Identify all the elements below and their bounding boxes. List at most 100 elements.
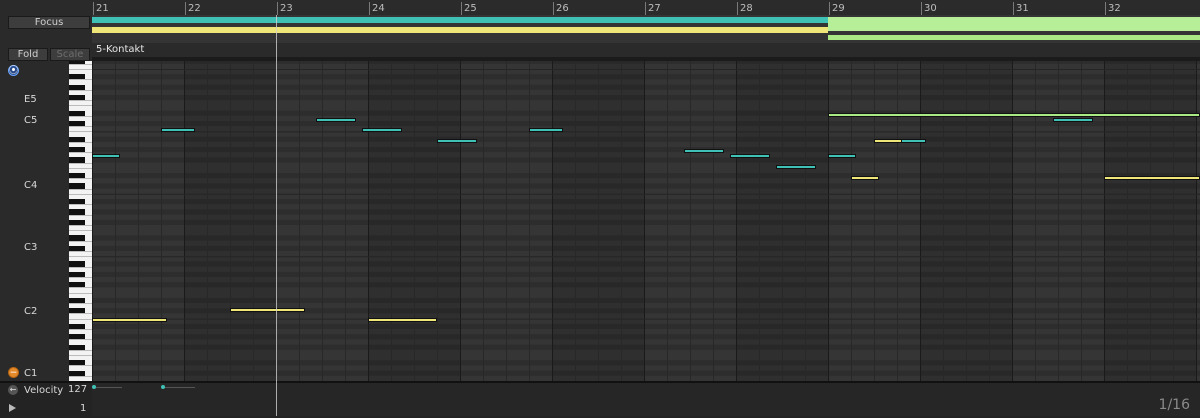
piano-white-key[interactable]	[69, 79, 92, 84]
midi-note[interactable]	[874, 139, 902, 143]
piano-white-key[interactable]	[69, 349, 92, 355]
piano-white-key[interactable]	[69, 266, 92, 272]
piano-white-key[interactable]	[69, 152, 92, 157]
midi-note[interactable]	[437, 139, 477, 143]
clip-region-yellow[interactable]	[92, 27, 828, 33]
midi-note[interactable]	[92, 154, 120, 158]
midi-note[interactable]	[1053, 118, 1093, 122]
piano-black-key[interactable]	[69, 271, 85, 277]
piano-white-key[interactable]	[69, 339, 92, 344]
midi-note[interactable]	[828, 154, 856, 158]
piano-black-key[interactable]	[69, 183, 85, 189]
midi-note[interactable]	[230, 308, 305, 312]
midi-note[interactable]	[851, 176, 879, 180]
piano-white-key[interactable]	[69, 178, 92, 183]
piano-white-key[interactable]	[69, 251, 92, 256]
piano-white-key[interactable]	[69, 63, 92, 69]
piano-white-key[interactable]	[69, 100, 92, 105]
piano-white-key[interactable]	[69, 329, 92, 334]
piano-white-key[interactable]	[69, 193, 92, 199]
piano-white-key[interactable]	[69, 230, 92, 235]
piano-black-key[interactable]	[69, 334, 85, 340]
piano-black-key[interactable]	[69, 261, 85, 267]
piano-black-key[interactable]	[69, 219, 85, 225]
velocity-area[interactable]	[92, 383, 1200, 416]
piano-white-key[interactable]	[69, 115, 92, 121]
piano-white-key[interactable]	[69, 240, 92, 246]
octave-label-c4: C4	[24, 180, 38, 191]
scale-button[interactable]: Scale	[50, 48, 90, 61]
piano-black-key[interactable]	[69, 308, 85, 314]
piano-black-key[interactable]	[69, 74, 85, 80]
piano-white-key[interactable]	[69, 89, 92, 95]
piano-white-key[interactable]	[69, 303, 92, 308]
midi-note[interactable]	[362, 128, 402, 132]
midi-note[interactable]	[1104, 176, 1200, 180]
fold-octave-icon[interactable]: −	[8, 367, 19, 378]
clip-loop-area[interactable]	[92, 15, 1200, 43]
piano-white-key[interactable]	[69, 162, 92, 168]
octave-label-c3: C3	[24, 242, 38, 253]
piano-black-key[interactable]	[69, 110, 85, 116]
bar-ruler[interactable]: 21 22 23 24 25 26 27 28 29 30 31 32	[92, 0, 1200, 16]
piano-black-key[interactable]	[69, 157, 85, 163]
piano-white-key[interactable]	[69, 318, 92, 324]
note-grid[interactable]	[92, 61, 1200, 381]
piano-black-key[interactable]	[69, 61, 85, 64]
piano-black-key[interactable]	[69, 297, 85, 303]
midi-note[interactable]	[529, 128, 563, 132]
piano-black-key[interactable]	[69, 235, 85, 241]
velocity-lane[interactable]: ← Velocity 127 1 1/16	[0, 381, 1200, 418]
clip-region-teal[interactable]	[92, 17, 828, 23]
piano-white-key[interactable]	[69, 277, 92, 282]
midi-note[interactable]	[368, 318, 437, 322]
piano-white-key[interactable]	[69, 126, 92, 131]
piano-white-key[interactable]	[69, 287, 92, 292]
midi-note[interactable]	[684, 149, 724, 153]
target-icon[interactable]: ⦿	[8, 65, 19, 76]
piano-keyboard[interactable]	[69, 61, 92, 381]
midi-note[interactable]	[316, 118, 356, 122]
piano-black-key[interactable]	[69, 323, 85, 329]
piano-white-key[interactable]	[69, 188, 92, 194]
piano-white-key[interactable]	[69, 313, 92, 318]
piano-black-key[interactable]	[69, 199, 85, 205]
piano-white-key[interactable]	[69, 225, 92, 230]
piano-black-key[interactable]	[69, 370, 85, 376]
piano-black-key[interactable]	[69, 360, 85, 366]
midi-note[interactable]	[161, 128, 195, 132]
clip-region-green-loop[interactable]	[828, 17, 1200, 31]
piano-black-key[interactable]	[69, 147, 85, 153]
piano-white-key[interactable]	[69, 105, 92, 110]
piano-white-key[interactable]	[69, 256, 92, 261]
piano-white-key[interactable]	[69, 141, 92, 147]
expand-velocity-icon[interactable]: ←	[8, 385, 18, 395]
piano-white-key[interactable]	[69, 204, 92, 209]
play-icon[interactable]	[9, 404, 16, 412]
fold-button[interactable]: Fold	[8, 48, 48, 61]
velocity-stem	[96, 387, 122, 388]
clip-region-green-lower[interactable]	[828, 35, 1200, 40]
piano-black-key[interactable]	[69, 121, 85, 127]
midi-note[interactable]	[730, 154, 770, 158]
piano-black-key[interactable]	[69, 173, 85, 179]
midi-note[interactable]	[776, 165, 816, 169]
midi-note[interactable]	[900, 139, 926, 143]
piano-white-key[interactable]	[69, 214, 92, 220]
piano-black-key[interactable]	[69, 84, 85, 90]
piano-white-key[interactable]	[69, 69, 92, 74]
piano-black-key[interactable]	[69, 344, 85, 350]
midi-note[interactable]	[92, 318, 167, 322]
piano-white-key[interactable]	[69, 131, 92, 136]
piano-white-key[interactable]	[69, 167, 92, 173]
piano-black-key[interactable]	[69, 245, 85, 251]
piano-black-key[interactable]	[69, 209, 85, 215]
piano-black-key[interactable]	[69, 136, 85, 142]
focus-button[interactable]: Focus	[8, 16, 90, 29]
midi-note[interactable]	[828, 113, 1200, 117]
piano-white-key[interactable]	[69, 365, 92, 370]
piano-white-key[interactable]	[69, 355, 92, 360]
piano-white-key[interactable]	[69, 292, 92, 298]
piano-black-key[interactable]	[69, 282, 85, 288]
piano-black-key[interactable]	[69, 95, 85, 101]
